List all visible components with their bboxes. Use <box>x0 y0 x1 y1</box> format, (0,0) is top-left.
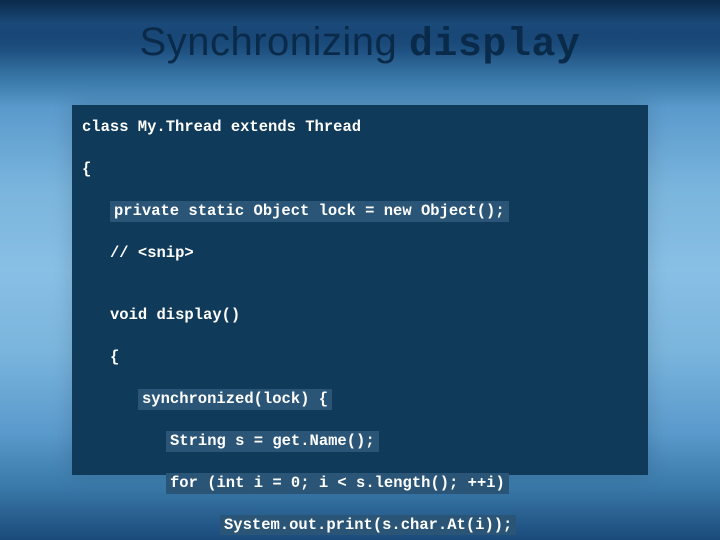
title-text-plain: Synchronizing <box>140 20 409 64</box>
slide-title: Synchronizing display <box>0 20 720 68</box>
code-line: for (int i = 0; i < s.length(); ++i) <box>72 473 648 494</box>
code-highlight: synchronized(lock) { <box>138 389 332 410</box>
code-line: String s = get.Name(); <box>72 431 648 452</box>
code-line: // <snip> <box>72 243 648 264</box>
code-line: private static Object lock = new Object(… <box>72 201 648 222</box>
code-line: { <box>72 347 648 368</box>
code-line: { <box>72 159 648 180</box>
code-line: System.out.print(s.char.At(i)); <box>72 515 648 536</box>
code-line: class My.Thread extends Thread <box>72 117 648 138</box>
code-highlight: for (int i = 0; i < s.length(); ++i) <box>166 473 509 494</box>
code-pre: class My.Thread extends Thread { private… <box>72 117 648 540</box>
slide: Synchronizing display class My.Thread ex… <box>0 0 720 540</box>
code-highlight: private static Object lock = new Object(… <box>110 201 509 222</box>
title-text-mono: display <box>409 23 581 68</box>
code-highlight: String s = get.Name(); <box>166 431 379 452</box>
code-line: synchronized(lock) { <box>72 389 648 410</box>
code-line: void display() <box>72 305 648 326</box>
code-block: class My.Thread extends Thread { private… <box>72 105 648 475</box>
code-highlight: System.out.print(s.char.At(i)); <box>220 515 516 536</box>
